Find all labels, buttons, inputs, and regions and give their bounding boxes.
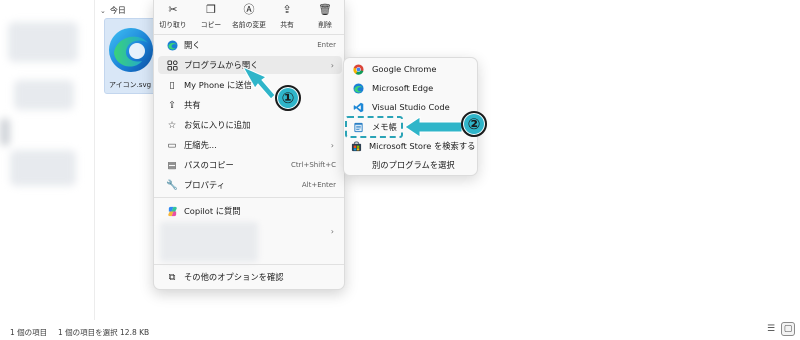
- list-view-icon: ☰: [766, 324, 776, 334]
- arrow-step2: [404, 116, 463, 138]
- status-selection: 1 個の項目を選択 12.8 KB: [58, 328, 150, 337]
- status-item-count: 1 個の項目: [10, 328, 48, 337]
- callout-arrows: [241, 65, 463, 138]
- details-view-button[interactable]: ☰: [764, 322, 778, 336]
- tile-view-icon: ▢: [783, 324, 793, 334]
- tiles-view-button[interactable]: ▢: [781, 322, 795, 336]
- step-2-badge: ②: [461, 111, 487, 137]
- arrow-step1: [241, 65, 276, 100]
- step-1-badge: ①: [275, 85, 301, 111]
